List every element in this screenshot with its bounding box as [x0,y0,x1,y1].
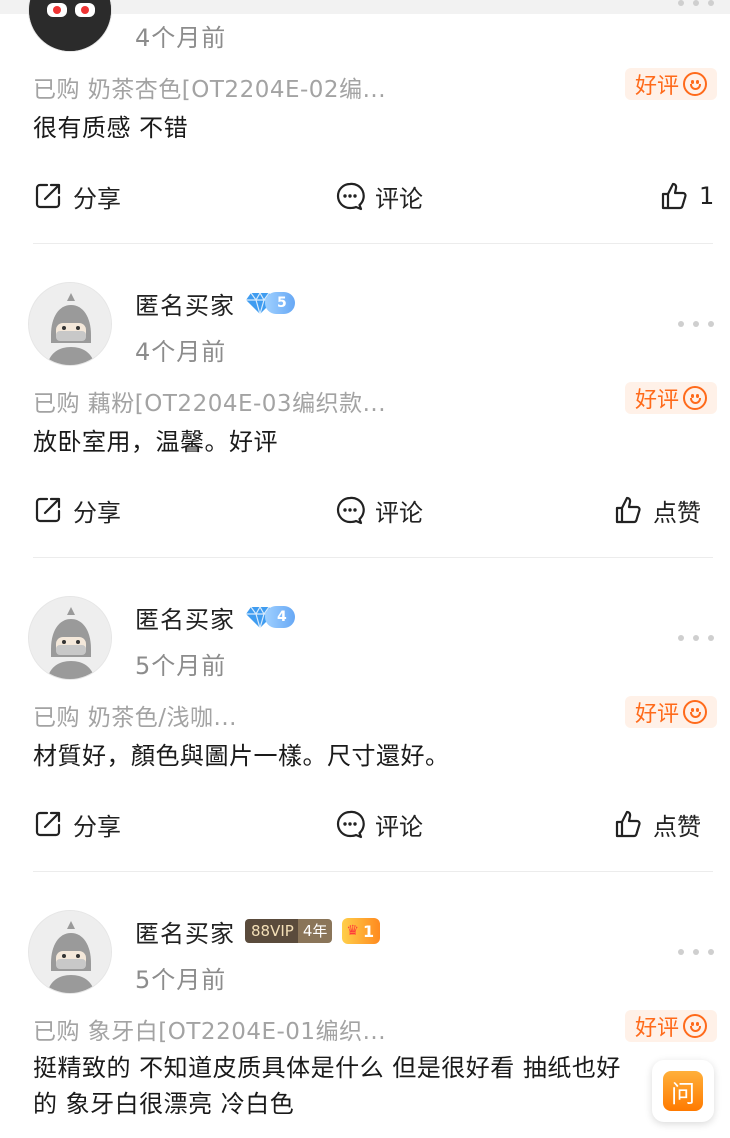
good-rating-badge: 好评 [625,382,717,414]
divider [33,871,713,872]
user-name: 匿名买家 [135,291,235,320]
smile-icon [683,1014,707,1038]
good-rating-badge: 好评 [625,68,717,100]
vip-label: 88VIP [245,919,298,943]
rating-label: 好评 [634,1016,679,1041]
purchased-variant: 已购 奶茶色/浅咖... [33,705,237,731]
comment-label: 评论 [375,498,423,527]
review-actions: 分享 评论 1 [33,176,714,216]
like-count: 1 [699,182,715,210]
review-time: 4个月前 [135,338,227,366]
divider [33,243,713,244]
more-icon[interactable] [678,633,714,643]
comment-label: 评论 [375,184,423,213]
like-icon [615,496,641,524]
user-info: 匿名买家 5 [135,286,295,320]
like-button[interactable]: 1 [659,176,714,216]
avatar[interactable] [28,0,112,52]
member-level: 5 [265,292,295,314]
like-button[interactable]: 点赞 [613,490,701,530]
share-icon [35,811,61,837]
review-content: 材質好，顏色與圖片一樣。尺寸還好。 [33,742,450,770]
share-button[interactable]: 分享 [33,490,121,530]
avatar[interactable] [28,282,112,366]
good-rating-badge: 好评 [625,696,717,728]
user-info: 匿名买家 4 [135,600,295,634]
crown-icon: ♛ [346,923,359,939]
more-icon[interactable] [678,947,714,957]
comment-icon [336,182,365,211]
member-level: 4 [265,606,295,628]
user-info: 匿名买家 88VIP 4年 ♛ 1 [135,914,381,948]
share-icon [35,497,61,523]
rating-label: 好评 [634,74,679,99]
review-content-line: 挺精致的 不知道皮质具体是什么 但是很好看 抽纸也好 [33,1054,621,1082]
member-level-badge: 5 [245,290,295,316]
member-level-badge: 4 [245,604,295,630]
member-level-badge: ♛ 1 [342,918,381,944]
smile-icon [683,700,707,724]
comment-icon [336,496,365,525]
avatar[interactable] [28,596,112,680]
like-icon [661,182,687,210]
purchased-variant: 已购 藕粉[OT2204E-03编织款... [33,391,387,417]
comment-button[interactable]: 评论 [335,176,423,216]
rating-label: 好评 [634,388,679,413]
vip-years: 4年 [297,919,333,943]
review-content: 挺精致的 不知道皮质具体是什么 但是很好看 抽纸也好 的 象牙白很漂亮 冷白色 [33,1050,703,1130]
share-label: 分享 [73,498,121,527]
like-label: 点赞 [653,498,701,527]
comment-button[interactable]: 评论 [335,804,423,844]
ask-label: 问 [663,1071,703,1111]
member-level: 1 [362,921,375,941]
more-icon[interactable] [678,319,714,329]
vip-badge: 88VIP 4年 [245,918,333,944]
like-button[interactable]: 点赞 [613,804,701,844]
comment-label: 评论 [375,812,423,841]
user-name: 匿名买家 [135,605,235,634]
review-time: 4个月前 [135,24,227,52]
user-name: 匿名买家 [135,919,235,948]
like-icon [615,810,641,838]
share-label: 分享 [73,184,121,213]
comment-button[interactable]: 评论 [335,490,423,530]
share-button[interactable]: 分享 [33,176,121,216]
smile-icon [683,72,707,96]
share-label: 分享 [73,812,121,841]
smile-icon [683,386,707,410]
ask-button[interactable]: 问 [652,1060,714,1122]
review-content-line: 的 象牙白很漂亮 冷白色 [33,1090,295,1118]
review-content: 很有质感 不错 [33,114,189,142]
review-actions: 分享 评论 点赞 [33,804,713,844]
like-label: 点赞 [653,812,701,841]
review-time: 5个月前 [135,966,227,994]
rating-label: 好评 [634,702,679,727]
good-rating-badge: 好评 [625,1010,717,1042]
share-icon [35,183,61,209]
purchased-variant: 已购 奶茶杏色[OT2204E-02编... [33,77,387,103]
purchased-variant: 已购 象牙白[OT2204E-01编织... [33,1019,387,1045]
review-actions: 分享 评论 点赞 [33,490,713,530]
review-content: 放卧室用，温馨。好评 [33,428,278,456]
avatar[interactable] [28,910,112,994]
review-time: 5个月前 [135,652,227,680]
comment-icon [336,810,365,839]
share-button[interactable]: 分享 [33,804,121,844]
more-icon[interactable] [678,0,714,8]
divider [33,557,713,558]
